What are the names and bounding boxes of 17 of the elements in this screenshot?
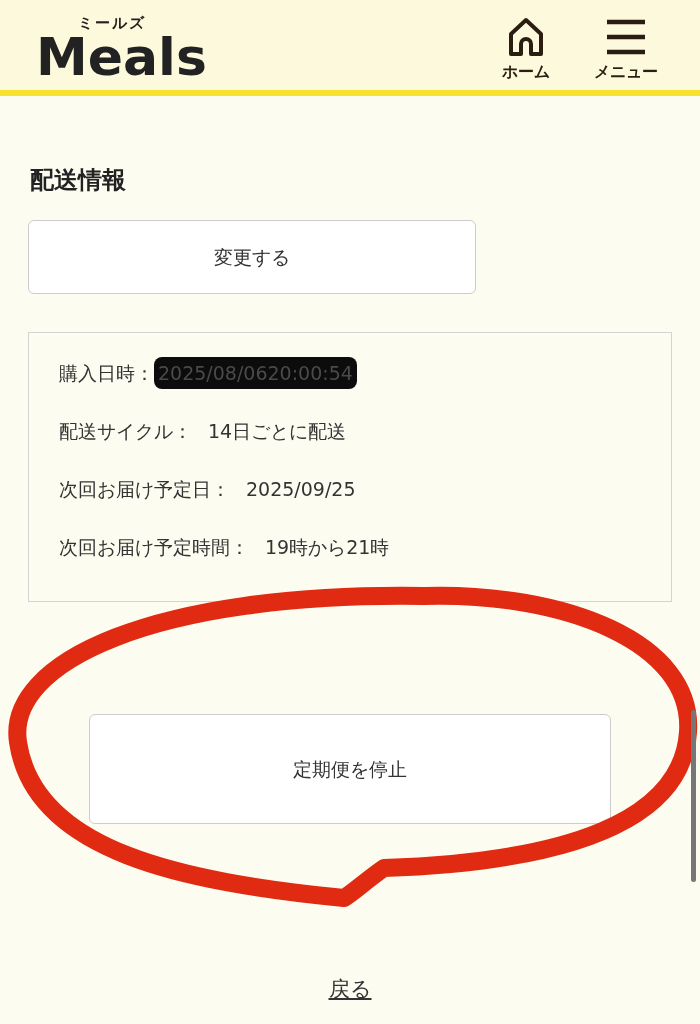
back-link[interactable]: 戻る [328, 974, 372, 1006]
info-label: 配送サイクル： [59, 418, 192, 444]
info-value: 2025/09/25 [246, 476, 356, 502]
redacted-value: 2025/08/0620:00:54 [154, 356, 357, 390]
info-value: 19時から21時 [265, 534, 390, 560]
section-title: 配送情報 [30, 165, 127, 196]
info-value: 14日ごとに配送 [208, 418, 347, 444]
home-nav-button[interactable]: ホーム [488, 14, 564, 84]
info-label: 次回お届け予定日： [59, 476, 230, 502]
change-button[interactable]: 変更する [28, 220, 476, 294]
stop-subscription-button[interactable]: 定期便を停止 [89, 714, 611, 824]
info-label: 次回お届け予定時間： [59, 534, 249, 560]
logo-reading: ミールズ [78, 15, 147, 31]
info-label: 購入日時： [59, 360, 154, 386]
logo[interactable]: Meals [36, 30, 207, 83]
menu-nav-button[interactable]: メニュー [588, 14, 664, 84]
scrollbar-thumb[interactable] [691, 710, 696, 882]
